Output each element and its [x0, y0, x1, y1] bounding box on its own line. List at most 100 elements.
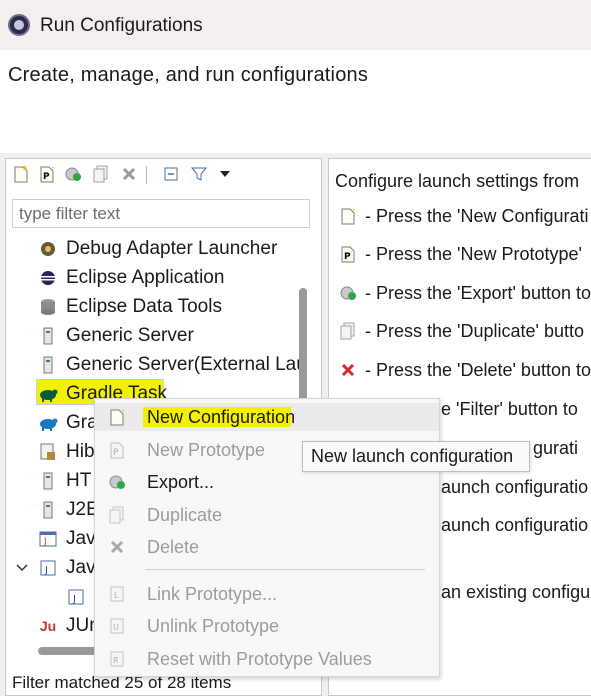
hint-new-prototype: P - Press the 'New Prototype' — [337, 241, 582, 267]
java-icon: J — [66, 587, 86, 607]
menu-item-label: Link Prototype... — [147, 583, 278, 604]
svg-text:P: P — [43, 172, 50, 182]
menu-item-link-prototype: L Link Prototype... — [95, 580, 439, 608]
tree-item-junit[interactable]: Ju JUn — [38, 612, 100, 640]
toolbar-separator — [146, 166, 147, 184]
delete-icon[interactable] — [118, 163, 140, 185]
left-toolbar: P — [10, 163, 310, 187]
tree-item-label: HT — [66, 470, 92, 491]
server-icon — [38, 500, 58, 520]
tree-item-label: Generic Server — [66, 325, 194, 346]
new-prototype-icon: P — [337, 245, 359, 263]
menu-item-label: Delete — [147, 536, 200, 557]
tree-item-j2ee[interactable]: J2E — [38, 496, 99, 524]
delete-icon — [337, 362, 359, 378]
context-menu: New Configuration P New Prototype Export… — [94, 398, 440, 677]
svg-text:J: J — [44, 565, 48, 576]
delete-icon — [107, 537, 127, 557]
menu-item-delete: Delete — [95, 533, 439, 561]
filter-input[interactable] — [12, 199, 310, 228]
new-prototype-icon: P — [107, 440, 127, 460]
hint-text: - Press the 'New Prototype' — [365, 243, 582, 264]
server-icon — [38, 471, 58, 491]
server-icon — [38, 355, 58, 375]
export-icon — [337, 284, 359, 302]
unlink-prototype-icon: U — [107, 616, 127, 636]
menu-item-unlink-prototype: U Unlink Prototype — [95, 612, 439, 640]
hint-text: gurati — [533, 437, 579, 458]
new-config-icon — [337, 207, 359, 225]
hint-line-8: aunch configuratio — [441, 474, 588, 500]
new-prototype-icon[interactable]: P — [36, 163, 58, 185]
tree-item-http[interactable]: HT — [38, 467, 91, 495]
java-icon: J — [38, 558, 58, 578]
chevron-down-icon[interactable] — [214, 163, 236, 185]
hint-text: - Press the 'New Configurati — [365, 205, 589, 226]
tree-item-label: Debug Adapter Launcher — [66, 238, 278, 259]
debug-adapter-icon — [38, 239, 58, 259]
tree-vertical-scrollbar[interactable] — [299, 288, 307, 408]
hint-text: - Press the 'Export' button to — [365, 282, 591, 303]
filter-icon[interactable] — [188, 163, 210, 185]
collapse-all-icon[interactable] — [160, 163, 182, 185]
tree-item-gradle-2[interactable]: Gra — [38, 409, 98, 437]
hint-line-9: aunch configuratio — [441, 512, 588, 538]
menu-item-label: Reset with Prototype Values — [147, 648, 372, 669]
menu-item-new-configuration[interactable]: New Configuration — [95, 403, 439, 431]
svg-text:L: L — [114, 591, 119, 600]
duplicate-icon[interactable] — [90, 163, 112, 185]
tree-item-eclipse-application[interactable]: Eclipse Application — [38, 264, 224, 292]
reset-prototype-icon: R — [107, 649, 127, 669]
title-bar: Run Configurations — [0, 0, 591, 50]
new-config-icon — [107, 407, 127, 427]
hint-text: an existing configu — [441, 581, 591, 602]
duplicate-icon — [107, 505, 127, 525]
export-icon[interactable] — [62, 163, 84, 185]
export-icon — [107, 472, 127, 492]
tree-item-label: Jav — [66, 528, 96, 549]
hint-filter: e 'Filter' button to — [441, 396, 578, 422]
tree-item-label: Gra — [66, 412, 98, 433]
hint-new-config: - Press the 'New Configurati — [337, 203, 589, 229]
tree-item-hibernate[interactable]: Hib — [38, 438, 95, 466]
menu-item-reset-prototype: R Reset with Prototype Values — [95, 645, 439, 673]
menu-separator — [145, 569, 425, 570]
hint-line-10: an existing configu — [441, 579, 590, 605]
menu-item-export[interactable]: Export... — [95, 468, 439, 496]
eclipse-icon — [8, 14, 30, 36]
tree-item-label: Jav — [66, 557, 96, 578]
chevron-down-icon[interactable] — [16, 560, 30, 576]
hint-text: - Press the 'Delete' button to — [365, 359, 591, 380]
tree-item-label: Eclipse Data Tools — [66, 296, 222, 317]
svg-text:P: P — [344, 252, 351, 262]
hint-text: - Press the 'Duplicate' butto — [365, 320, 584, 341]
java-app-icon: J — [38, 529, 58, 549]
hint-delete: - Press the 'Delete' button to — [337, 357, 591, 383]
gradle-icon — [38, 413, 58, 433]
junit-icon: Ju — [39, 618, 57, 634]
tooltip: New launch configuration — [302, 441, 530, 472]
new-config-icon[interactable] — [10, 163, 32, 185]
menu-item-label: Export... — [147, 471, 215, 492]
eclipse-app-icon — [38, 268, 58, 288]
tree-item-java-application[interactable]: J Jav — [16, 554, 96, 582]
menu-item-duplicate: Duplicate — [95, 501, 439, 529]
duplicate-icon — [337, 322, 359, 340]
tree-item-generic-server[interactable]: Generic Server — [38, 322, 194, 350]
hint-text: aunch configuratio — [441, 514, 589, 535]
hint-export: - Press the 'Export' button to — [337, 280, 591, 306]
database-icon — [38, 297, 58, 317]
window-title: Run Configurations — [40, 15, 203, 36]
tree-item-java-child[interactable]: J — [66, 583, 94, 611]
gradle-icon — [38, 384, 58, 404]
menu-item-label: Duplicate — [147, 504, 223, 525]
tree-item-debug-adapter[interactable]: Debug Adapter Launcher — [38, 235, 277, 263]
server-icon — [38, 326, 58, 346]
tree-item-label: Generic Server(External Lau — [66, 354, 300, 375]
tree-item-java-applet[interactable]: J Jav — [38, 525, 96, 553]
tree-item-generic-server-external[interactable]: Generic Server(External Lau — [38, 351, 300, 379]
tree-item-eclipse-data-tools[interactable]: Eclipse Data Tools — [38, 293, 222, 321]
menu-item-label: New Configuration — [147, 406, 296, 427]
svg-text:U: U — [113, 623, 119, 632]
svg-text:J: J — [72, 594, 76, 605]
